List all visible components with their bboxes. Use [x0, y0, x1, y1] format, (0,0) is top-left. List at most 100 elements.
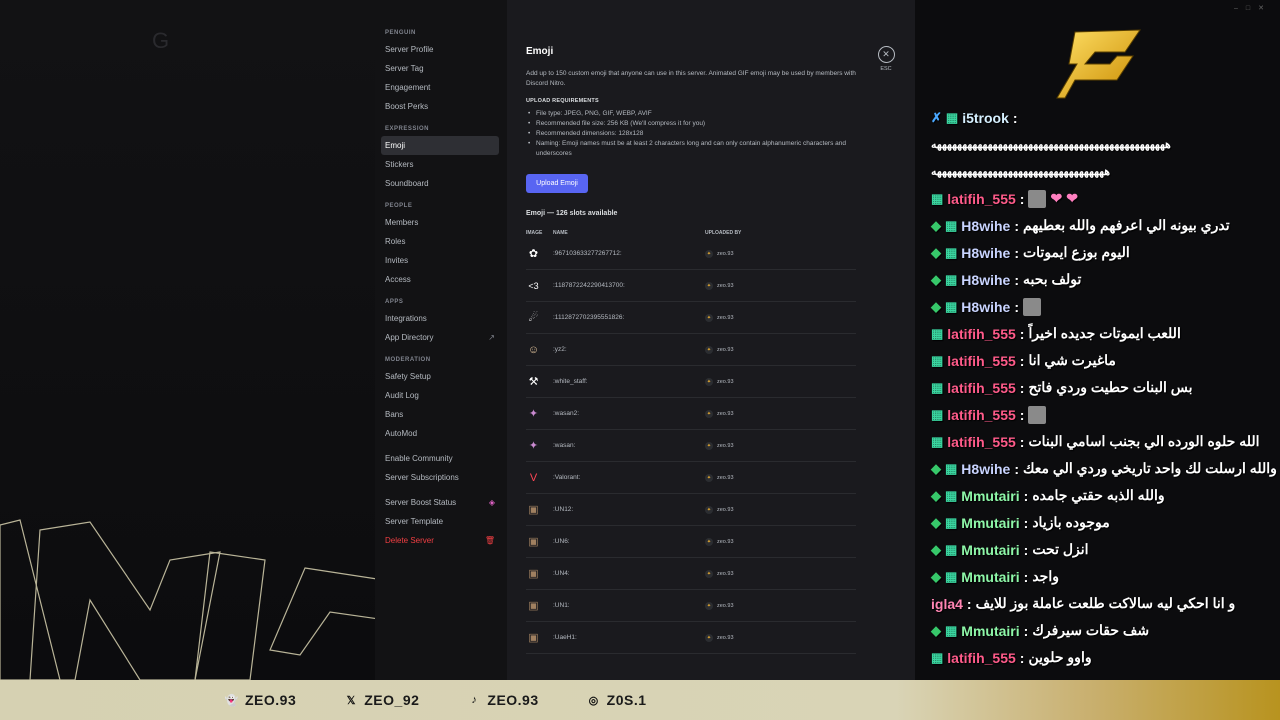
sidebar-item-server-template[interactable]: Server Template [381, 512, 499, 531]
emoji-name[interactable]: :967103633277267712: [553, 250, 705, 257]
chat-username[interactable]: H8wihe [961, 461, 1010, 477]
chat-badge-icon: ▦ [945, 244, 958, 260]
emoji-name[interactable]: :UN6: [553, 538, 705, 545]
avatar: ✦ [705, 249, 713, 258]
chat-username[interactable]: H8wihe [961, 218, 1010, 234]
sidebar-item-emoji[interactable]: Emoji [381, 136, 499, 155]
close-settings[interactable]: ✕ ESC [876, 46, 896, 72]
chat-username[interactable]: H8wihe [961, 245, 1010, 261]
emoji-row[interactable]: ▣:UN4: ✦ zeo.93 [526, 558, 856, 590]
sidebar-item-automod[interactable]: AutoMod [381, 424, 499, 443]
chat-message: ◆ ▦ H8wihe: والله ارسلت لك واحد تاريخي وردي… [931, 455, 1280, 482]
diamond-badge-icon: ◆ [931, 460, 941, 476]
emoji-image: ▣ [526, 598, 553, 613]
chat-badge-icon: ▦ [931, 325, 944, 341]
avatar: ✦ [705, 505, 713, 514]
emoji-row[interactable]: ▣:UN12: ✦ zeo.93 [526, 494, 856, 526]
emoji-name[interactable]: :UN12: [553, 506, 705, 513]
chat-username[interactable]: latifih_555 [947, 407, 1015, 423]
sidebar-item-server-boost-status[interactable]: Server Boost Status ◈ [381, 493, 499, 512]
chat-username[interactable]: Mmutairi [961, 515, 1019, 531]
chat-username[interactable]: latifih_555 [947, 380, 1015, 396]
window-controls[interactable]: –□✕ [1234, 4, 1272, 12]
requirement-item: Recommended file size: 256 KB (We'll com… [526, 119, 866, 129]
emoji-row[interactable]: ▣:UN1: ✦ zeo.93 [526, 590, 856, 622]
diamond-badge-icon: ◆ [931, 622, 941, 638]
emoji-uploader: ✦ zeo.93 [705, 377, 734, 386]
uploader-name: zeo.93 [717, 378, 734, 385]
emoji-image: <3 [526, 278, 553, 293]
photo-icon: ▣ [528, 632, 539, 644]
sidebar-item-roles[interactable]: Roles [381, 232, 499, 251]
sidebar-item-app-directory[interactable]: App Directory ↗ [381, 328, 499, 347]
sidebar-item-server-subscriptions[interactable]: Server Subscriptions [381, 468, 499, 487]
emoji-row[interactable]: <3:1187872242290413700: ✦ zeo.93 [526, 270, 856, 302]
chat-badge-icon: ▦ [945, 271, 958, 287]
emoji-name[interactable]: :wasan: [553, 442, 705, 449]
emoji-row[interactable]: ✦:wasan: ✦ zeo.93 [526, 430, 856, 462]
emoji-row[interactable]: ☄:1112872702395551826: ✦ zeo.93 [526, 302, 856, 334]
emoji-row[interactable]: ☺:yz2: ✦ zeo.93 [526, 334, 856, 366]
chat-username[interactable]: i5trook [962, 110, 1009, 126]
emoji-row[interactable]: ✿:967103633277267712: ✦ zeo.93 [526, 238, 856, 270]
sidebar-item-soundboard[interactable]: Soundboard [381, 174, 499, 193]
upload-emoji-button[interactable]: Upload Emoji [526, 174, 588, 193]
page-title: Emoji [526, 46, 554, 57]
background-panel [0, 0, 375, 680]
chat-username[interactable]: latifih_555 [947, 434, 1015, 450]
sidebar-item-delete-server[interactable]: Delete Server 🗑 [381, 531, 499, 550]
social-instagram: ◎ Z0S.1 [588, 692, 647, 708]
emoji-name[interactable]: :UaeH1: [553, 634, 705, 641]
sidebar-item-boost-perks[interactable]: Boost Perks [381, 97, 499, 116]
chat-message: ▦ latifih_555: [931, 401, 1280, 428]
colon-separator: : [1019, 190, 1025, 207]
emoji-name[interactable]: :Valorant: [553, 474, 705, 481]
chat-username[interactable]: Mmutairi [961, 488, 1019, 504]
sidebar-item-access[interactable]: Access [381, 270, 499, 289]
sidebar-item-bans[interactable]: Bans [381, 405, 499, 424]
sidebar-item-members[interactable]: Members [381, 213, 499, 232]
emoji-row[interactable]: ⚒:white_staff: ✦ zeo.93 [526, 366, 856, 398]
chat-username[interactable]: Mmutairi [961, 569, 1019, 585]
sidebar-item-audit-log[interactable]: Audit Log [381, 386, 499, 405]
emoji-name[interactable]: :UN1: [553, 602, 705, 609]
emoji-row[interactable]: ✦:wasan2: ✦ zeo.93 [526, 398, 856, 430]
sidebar-item-enable-community[interactable]: Enable Community [381, 449, 499, 468]
emoji-row[interactable]: V:Valorant: ✦ zeo.93 [526, 462, 856, 494]
column-image: IMAGE [526, 230, 543, 236]
uploader-name: zeo.93 [717, 346, 734, 353]
emoji-name[interactable]: :1187872242290413700: [553, 282, 705, 289]
emoji-image: ✦ [526, 438, 553, 453]
colon-separator: : [1014, 244, 1019, 261]
chat-username[interactable]: H8wihe [961, 272, 1010, 288]
streamer-logo-icon [1056, 29, 1141, 99]
sidebar-header-server: PENGUIN [385, 30, 416, 36]
chat-username[interactable]: Mmutairi [961, 623, 1019, 639]
emoji-row[interactable]: ▣:UN6: ✦ zeo.93 [526, 526, 856, 558]
sidebar-item-server-profile[interactable]: Server Profile [381, 40, 499, 59]
chat-username[interactable]: Mmutairi [961, 542, 1019, 558]
sidebar-item-server-tag[interactable]: Server Tag [381, 59, 499, 78]
snapchat-icon: 👻 [224, 694, 240, 707]
chat-username[interactable]: igla4 [931, 596, 963, 612]
emoji-row[interactable]: ▣:UaeH1: ✦ zeo.93 [526, 622, 856, 654]
emoji-name[interactable]: :white_staff: [553, 378, 705, 385]
emoji-name[interactable]: :wasan2: [553, 410, 705, 417]
sidebar-item-invites[interactable]: Invites [381, 251, 499, 270]
sidebar-item-stickers[interactable]: Stickers [381, 155, 499, 174]
emoji-name[interactable]: :UN4: [553, 570, 705, 577]
emoji-name[interactable]: :yz2: [553, 346, 705, 353]
emoji-name[interactable]: :1112872702395551826: [553, 314, 705, 321]
sidebar-item-engagement[interactable]: Engagement [381, 78, 499, 97]
chat-username[interactable]: latifih_555 [947, 326, 1015, 342]
chat-username[interactable]: latifih_555 [947, 353, 1015, 369]
chat-username[interactable]: latifih_555 [947, 191, 1015, 207]
emoji-image: ✦ [526, 406, 553, 421]
close-icon[interactable]: ✕ [877, 46, 895, 63]
external-link-icon: ↗ [488, 333, 495, 342]
sidebar-item-integrations[interactable]: Integrations [381, 309, 499, 328]
boost-gem-icon: ◈ [488, 498, 495, 507]
sidebar-item-safety-setup[interactable]: Safety Setup [381, 367, 499, 386]
chat-username[interactable]: H8wihe [961, 299, 1010, 315]
chat-username[interactable]: latifih_555 [947, 650, 1015, 666]
